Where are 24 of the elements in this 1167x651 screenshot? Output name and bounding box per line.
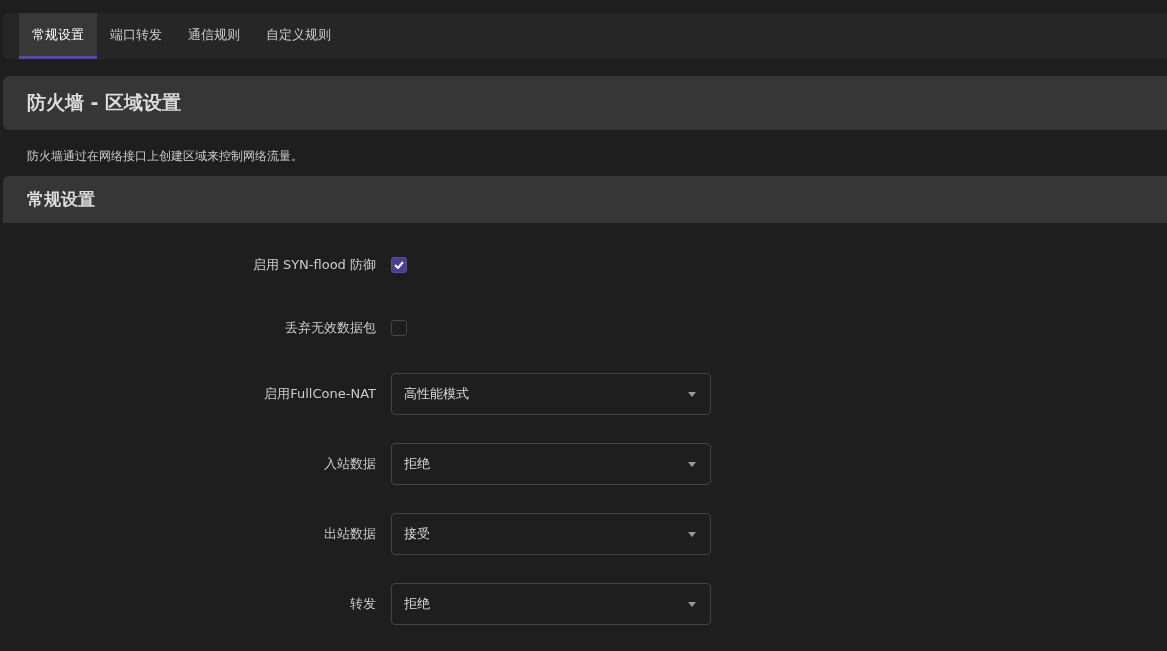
field-label: 启用 SYN-flood 防御 — [251, 255, 376, 274]
caret-icon — [688, 601, 696, 607]
field-label: 入站数据 — [323, 455, 376, 473]
dropdown[interactable]: 拒绝 — [391, 443, 711, 485]
page-title: 防火墙 - 区域设置 — [27, 90, 182, 115]
caret-icon — [688, 461, 696, 467]
section-title: 常规设置 — [27, 188, 95, 211]
tab[interactable]: 常规设置 — [19, 13, 97, 59]
dropdown[interactable]: 拒绝 — [391, 583, 711, 625]
tab[interactable]: 端口转发 — [97, 13, 175, 59]
check-icon — [394, 260, 404, 269]
field-label: 丢弃无效数据包 — [284, 318, 376, 337]
field-label: 启用FullCone-NAT — [263, 385, 376, 403]
page-description: 防火墙通过在网络接口上创建区域来控制网络流量。 — [27, 148, 304, 164]
checkbox[interactable] — [391, 319, 407, 336]
caret-icon — [688, 391, 696, 397]
tab[interactable]: 通信规则 — [175, 13, 253, 59]
tab[interactable]: 自定义规则 — [253, 13, 344, 59]
dropdown[interactable]: 接受 — [391, 513, 711, 555]
field-label: 出站数据 — [323, 525, 376, 543]
dropdown[interactable]: 高性能模式 — [391, 373, 711, 415]
caret-icon — [688, 531, 696, 537]
checkbox[interactable] — [391, 256, 407, 273]
field-label: 转发 — [349, 595, 376, 613]
